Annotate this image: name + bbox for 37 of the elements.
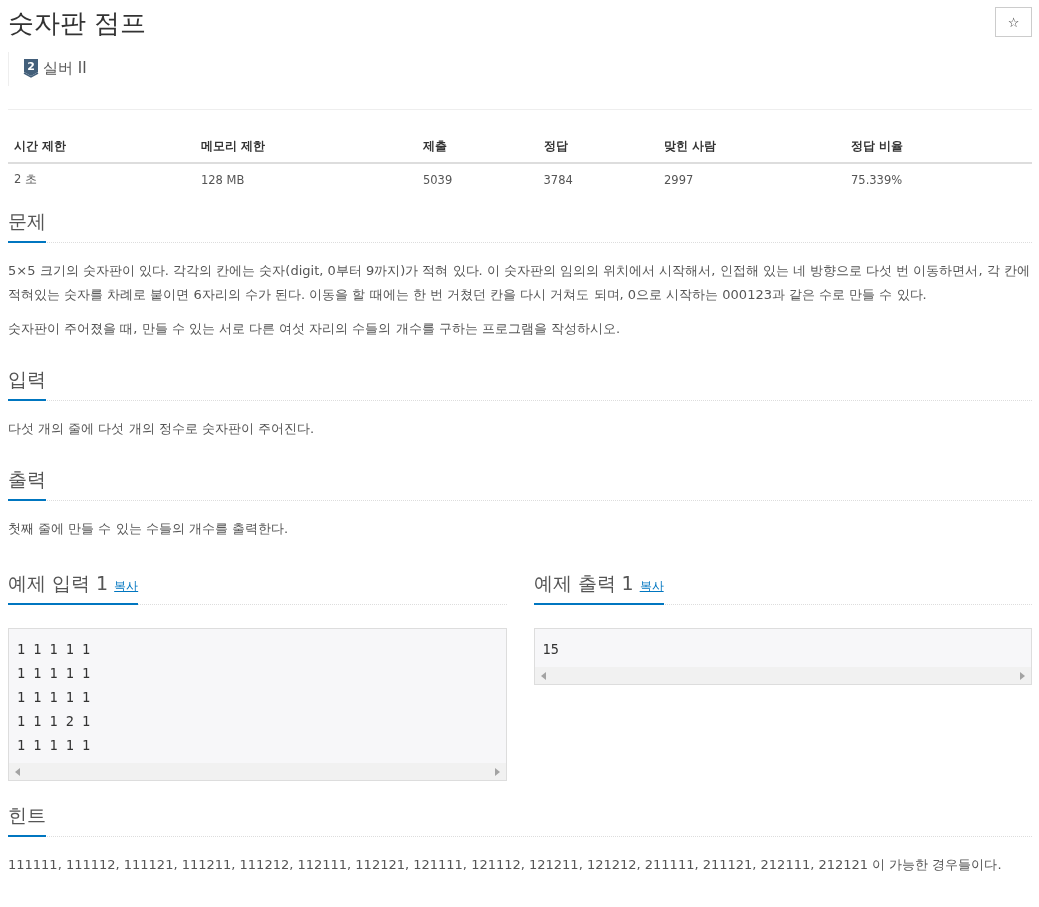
table-cell: 2 초 bbox=[8, 163, 195, 195]
column-header: 맞힌 사람 bbox=[658, 134, 845, 163]
scroll-left-icon[interactable] bbox=[540, 671, 546, 680]
sample-code: 15 bbox=[541, 640, 560, 659]
section-heading: 문제 bbox=[8, 209, 46, 243]
sample-title: 예제 출력 1 bbox=[533, 571, 634, 596]
table-cell: 128 MB bbox=[194, 163, 417, 195]
paragraph: 첫째 줄에 만들 수 있는 수들의 개수를 출력한다. bbox=[8, 520, 290, 538]
copy-link[interactable]: 복사 bbox=[639, 578, 664, 595]
section-heading: 입력 bbox=[8, 367, 46, 401]
column-header: 시간 제한 bbox=[8, 134, 195, 163]
table-cell: 75.339% bbox=[845, 163, 1032, 195]
table-cell: 3784 bbox=[537, 163, 659, 195]
column-header: 정답 비율 bbox=[845, 134, 1032, 163]
table-cell: 5039 bbox=[416, 163, 538, 195]
paragraph: 숫자판이 주어졌을 때, 만들 수 있는 서로 다른 여섯 자리의 수들의 개수를 구하는 프로그램을 작성하시오. bbox=[8, 320, 622, 338]
horizontal-scrollbar[interactable] bbox=[9, 763, 506, 780]
section-heading: 힌트 bbox=[8, 803, 46, 837]
copy-link[interactable]: 복사 bbox=[114, 578, 139, 595]
sample-code: 1 1 1 1 1 1 1 1 1 1 1 1 1 1 1 1 1 1 2 1 1 1 1 1 1 bbox=[16, 640, 92, 755]
tier-badge-icon: 2 bbox=[23, 58, 39, 78]
tier-label: 실버 II bbox=[43, 58, 87, 78]
scroll-right-icon[interactable] bbox=[1020, 671, 1025, 680]
paragraph: 다섯 개의 줄에 다섯 개의 정수로 숫자판이 주어진다. bbox=[8, 420, 316, 438]
column-header: 제출 bbox=[416, 134, 538, 163]
problem-title: 숫자판 점프 bbox=[8, 7, 147, 40]
column-header: 정답 bbox=[537, 134, 659, 163]
paragraph: 111111, 111112, 111121, 111211, 111212, 112111, 112121, 121111, 121112, 121211, 121212, 211111, 211121, 212111, 212121 이 가능한 경우들이다. bbox=[8, 856, 1003, 874]
sample-title: 예제 입력 1 bbox=[8, 571, 109, 596]
horizontal-scrollbar[interactable] bbox=[534, 667, 1031, 684]
star-button[interactable]: ☆ bbox=[995, 7, 1032, 37]
scroll-right-icon[interactable] bbox=[494, 767, 500, 776]
paragraph: 5×5 크기의 숫자판이 있다. 각각의 칸에는 숫자(digit, 0부터 9까지)가 적혀 있다. 이 숫자판의 임의의 위치에서 시작해서, 인접해 있는 네 방향으로 다섯 번 이동하면서, 각 칸에 적혀있는 숫자를 차례로 붙이면 6자리의 수가 된다. 이동을 할 때에는 한 번 거쳤던 칸을 다시 거쳐도 되며, 0으로 시작하는 000123과 같은 수로 만들 수 있다. bbox=[8, 262, 1031, 304]
scroll-left-icon[interactable] bbox=[15, 767, 20, 776]
section-heading: 출력 bbox=[8, 467, 46, 501]
table-cell: 2997 bbox=[658, 163, 845, 195]
column-header: 메모리 제한 bbox=[194, 134, 417, 163]
